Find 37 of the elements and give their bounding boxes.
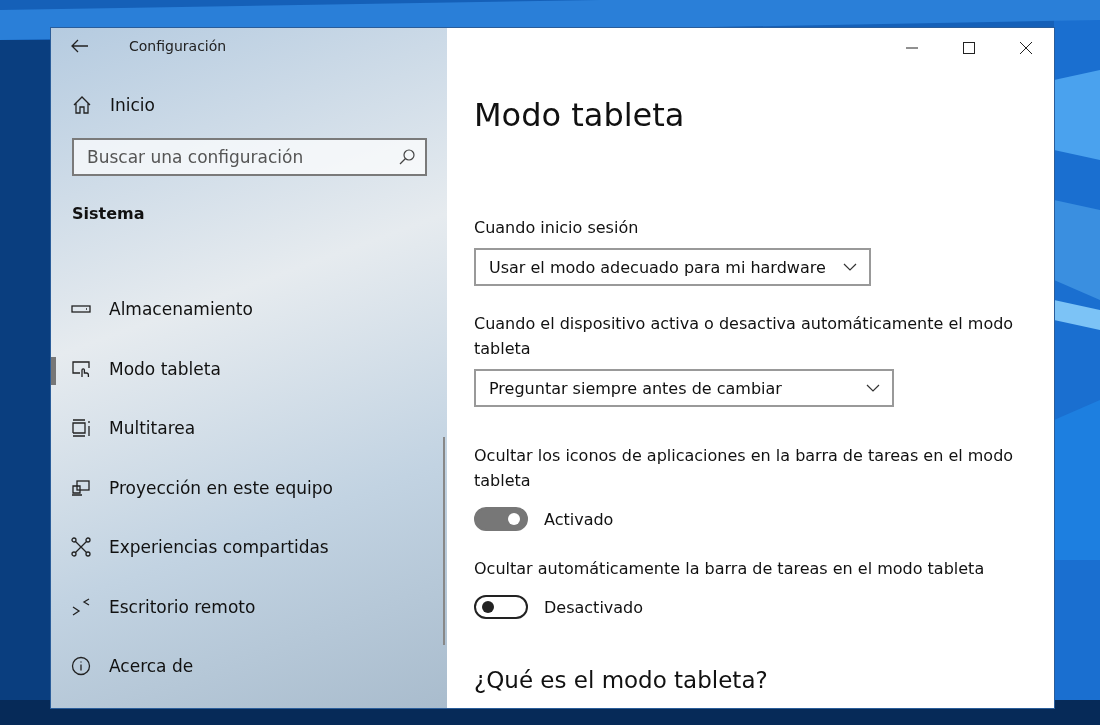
network-nodes-icon: [71, 537, 91, 558]
close-icon: [1019, 42, 1032, 54]
section-heading: ¿Qué es el modo tableta?: [474, 667, 769, 693]
sidebar-item[interactable]: Experiencias compartidas: [51, 517, 447, 577]
page-title: Modo tableta: [474, 96, 686, 134]
sidebar-item[interactable]: Escritorio remoto: [51, 577, 447, 637]
setting-label: Cuando el dispositivo activa o desactiva automáticamente el modo tableta: [474, 313, 1015, 360]
setting-label: Ocultar automáticamente la barra de tareas en el modo tableta: [474, 558, 986, 580]
search-field[interactable]: Buscar una configuración: [72, 137, 427, 176]
sidebar-item[interactable]: Proyección en este equipo: [51, 458, 447, 518]
toggle-status: Activado: [544, 509, 614, 529]
sidebar-item[interactable]: Almacenamiento: [51, 279, 447, 339]
dropdown[interactable]: Usar el modo adecuado para mi hardware: [474, 248, 871, 286]
remote-arrows-icon: [71, 596, 91, 617]
setting-label: Ocultar los iconos de aplicaciones en la barra de tareas en el modo tableta: [474, 445, 1015, 492]
maximize-icon: [962, 42, 975, 54]
chevron-down-icon: [843, 263, 857, 271]
tablet-hand-icon: [71, 358, 91, 379]
dropdown[interactable]: Preguntar siempre antes de cambiar: [474, 369, 894, 407]
multitask-icon: [71, 418, 91, 439]
sidebar-item[interactable]: Multitarea: [51, 398, 447, 458]
info-icon: [71, 656, 91, 677]
home-link[interactable]: Inicio: [72, 94, 447, 115]
sidebar-item[interactable]: Acerca de: [51, 636, 447, 696]
setting-label: Cuando inicio sesión: [474, 217, 640, 239]
section-heading: Sistema: [72, 203, 146, 223]
toggle-switch[interactable]: [474, 595, 528, 619]
toggle-status: Desactivado: [544, 597, 644, 617]
minimize-icon: [905, 47, 918, 49]
monitors-icon: [71, 477, 91, 498]
toggle-switch[interactable]: [474, 507, 528, 531]
search-icon: [399, 148, 415, 165]
home-icon: [72, 94, 92, 115]
back-arrow-icon[interactable]: [71, 39, 89, 54]
sidebar-item[interactable]: Modo tableta: [51, 339, 447, 399]
chevron-down-icon: [866, 384, 880, 392]
window-title: Configuración: [129, 38, 227, 55]
